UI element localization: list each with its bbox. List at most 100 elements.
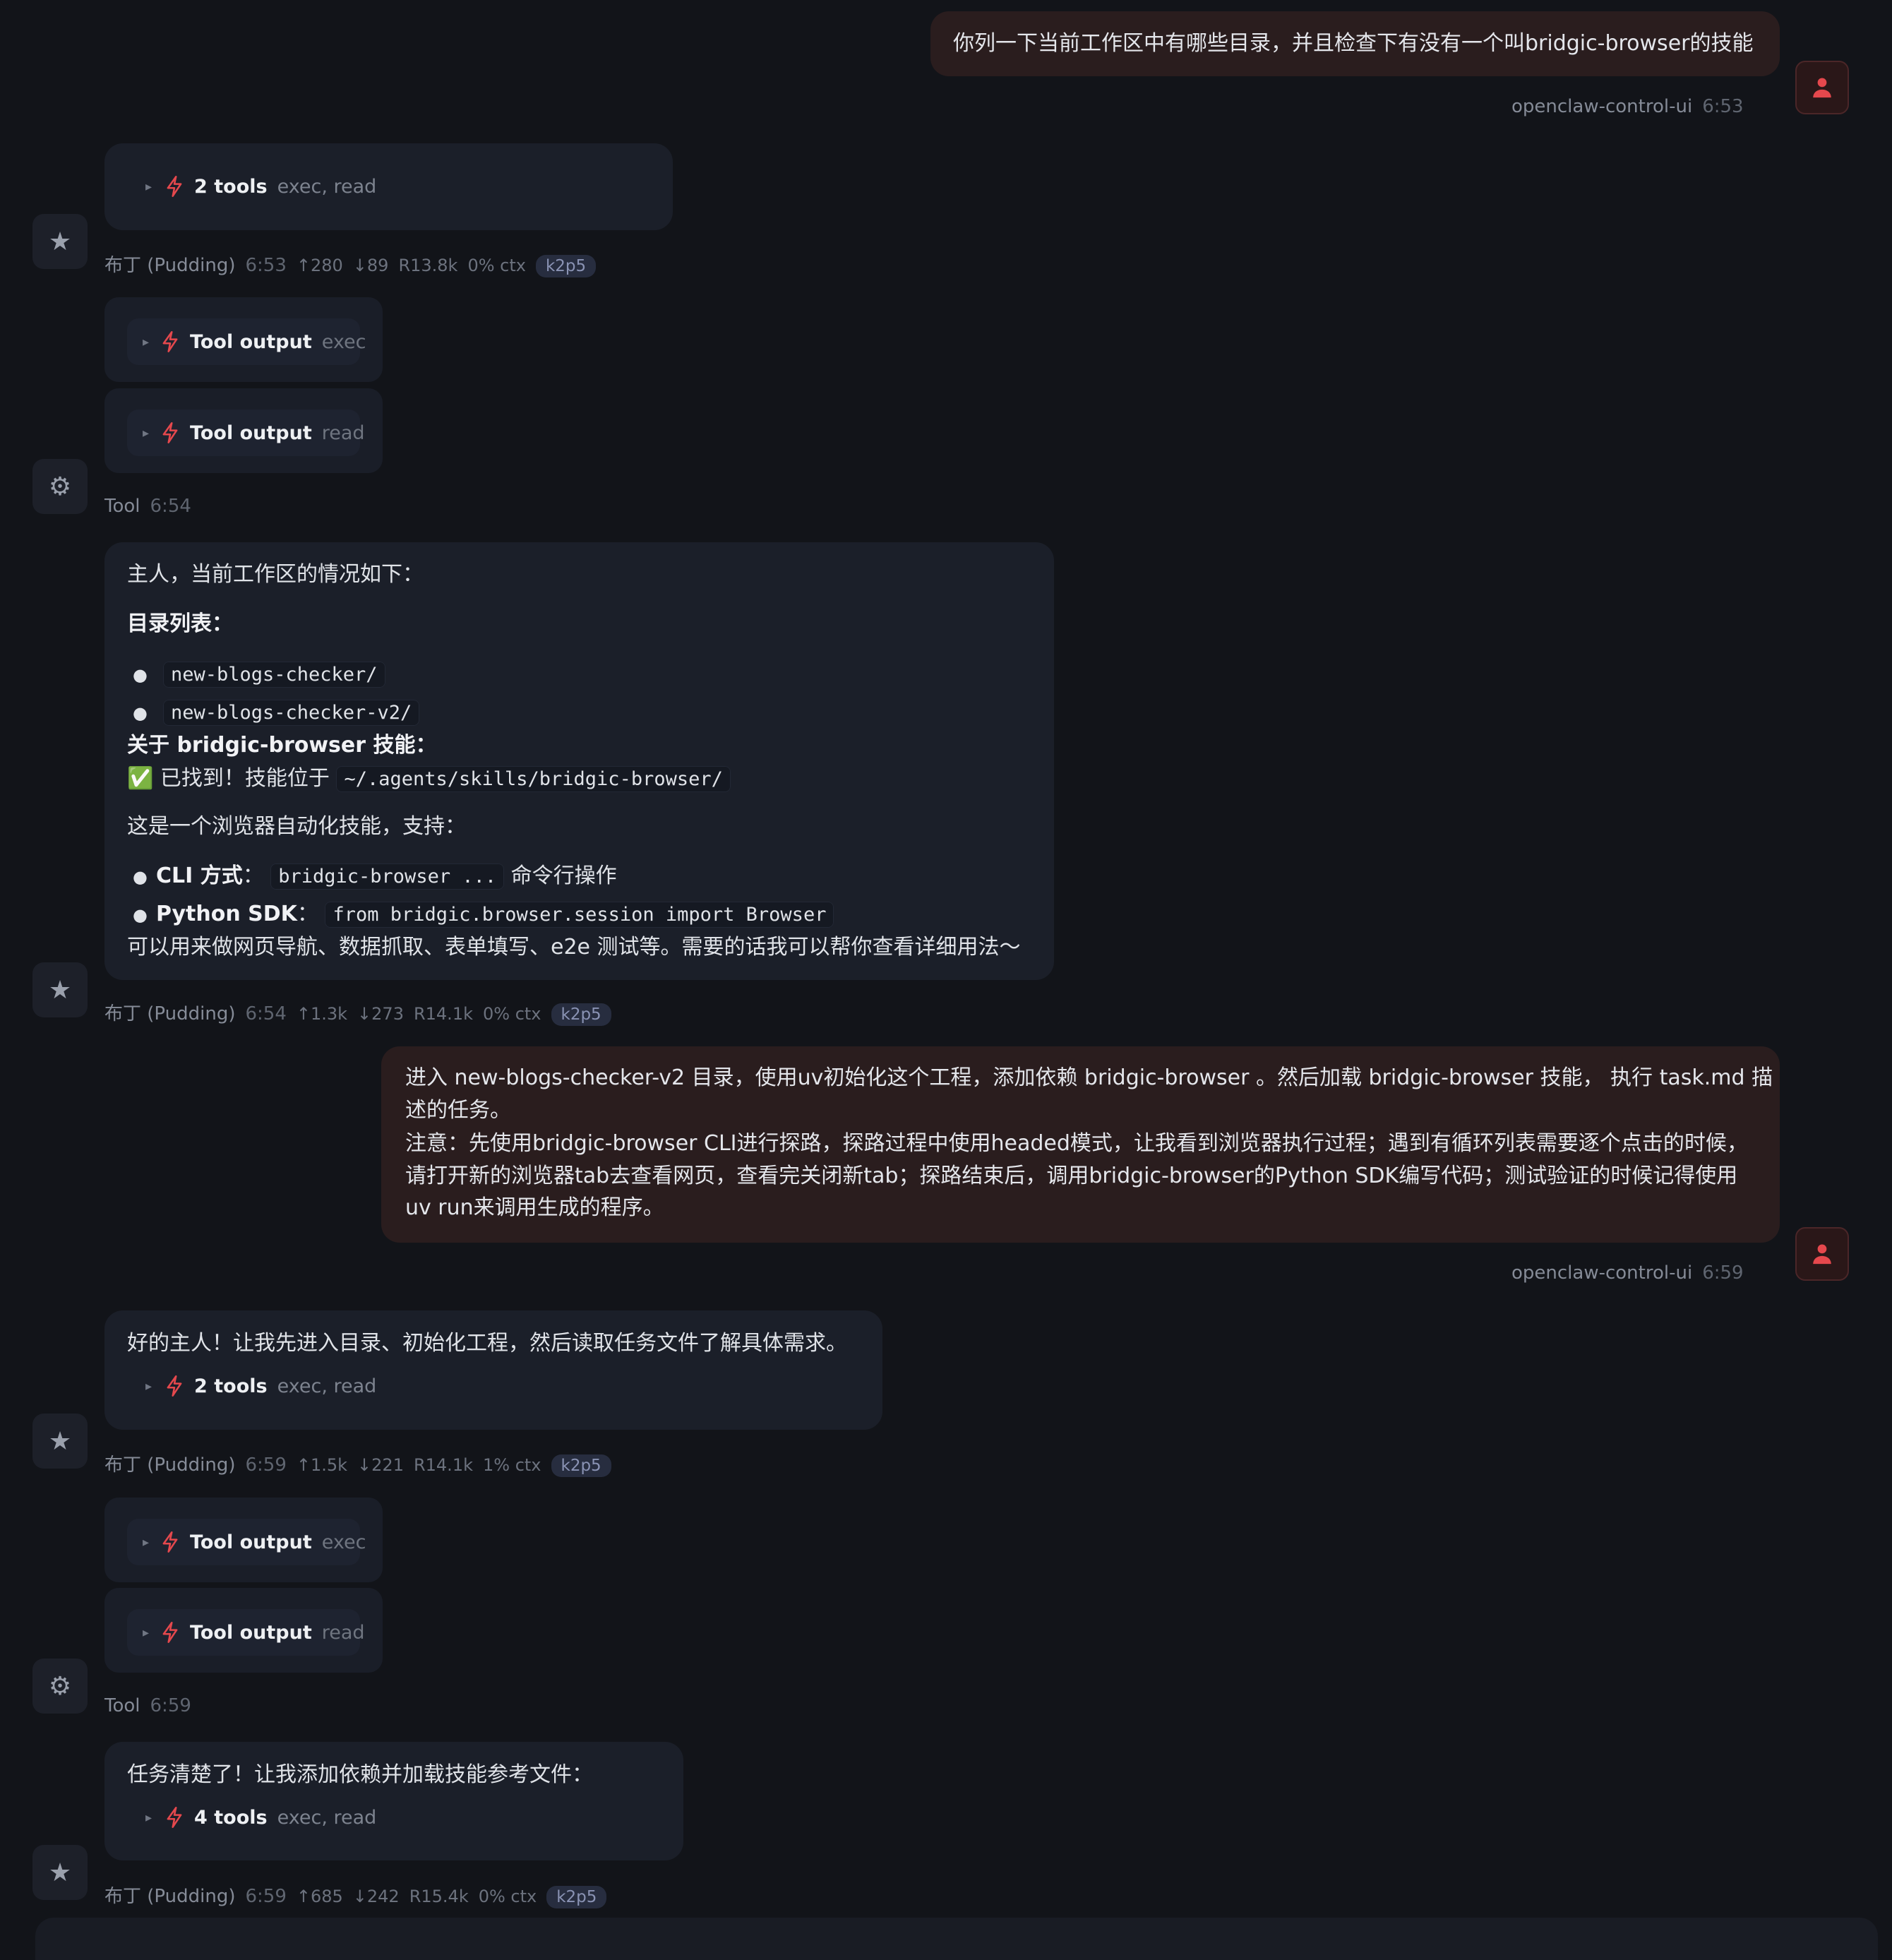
lightning-icon xyxy=(164,175,184,198)
assistant-avatar: ★ xyxy=(32,1845,88,1900)
sender-name: Tool xyxy=(104,496,140,517)
model-badge: k2p5 xyxy=(535,255,597,277)
sender-name: 布丁 (Pudding) xyxy=(104,1454,236,1476)
sender-name: 布丁 (Pudding) xyxy=(104,1003,236,1024)
answer-closing: 可以用来做网页导航、数据抓取、表单填写、e2e 测试等。需要的话我可以帮你查看详… xyxy=(127,935,1021,960)
message-meta: 布丁 (Pudding) 6:59 ↑1.5k ↓221 R14.1k 1% ctx k2p… xyxy=(104,1450,611,1477)
tokens-in: ↑1.3k xyxy=(296,1004,348,1024)
user-icon xyxy=(1810,1242,1834,1266)
user-message-bubble: 你列一下当前工作区中有哪些目录，并且检查下有没有一个叫bridgic-brows… xyxy=(930,11,1780,76)
assistant-avatar: ★ xyxy=(32,1414,88,1469)
tool-output-card: ▸ Tool output exec xyxy=(104,1498,383,1582)
gear-icon: ⚙ xyxy=(48,472,72,501)
tokens-in: ↑1.5k xyxy=(296,1455,348,1475)
message-meta: 布丁 (Pudding) 6:59 ↑685 ↓242 R15.4k 0% ctx k2p5 xyxy=(104,1882,607,1908)
tool-output-toggle[interactable]: ▸ Tool output exec xyxy=(127,318,366,365)
list-item: ● new-blogs-checker-v2/ xyxy=(127,696,420,729)
tool-output-name: exec xyxy=(321,330,366,353)
star-icon: ★ xyxy=(48,227,72,256)
cli-code: bridgic-browser ... xyxy=(270,864,505,890)
message-meta: 布丁 (Pudding) 6:53 ↑280 ↓89 R13.8k 0% ctx k2p5 xyxy=(104,251,597,277)
cli-label: CLI 方式 xyxy=(155,864,243,888)
directory-name: new-blogs-checker-v2/ xyxy=(162,700,420,726)
tokens-in: ↑685 xyxy=(296,1887,343,1906)
tool-output-label: Tool output xyxy=(190,1621,312,1644)
lightning-icon xyxy=(160,1531,180,1553)
tools-count: 2 tools xyxy=(194,1375,268,1397)
list-item: ● Python SDK： from bridgic.browser.sessio… xyxy=(127,898,834,931)
message-line: uv run来调用生成的程序。 xyxy=(405,1195,664,1220)
message-meta: Tool 6:54 xyxy=(104,496,191,517)
tool-output-card: ▸ Tool output read xyxy=(104,388,383,473)
context-usage: 0% ctx xyxy=(482,1004,541,1024)
chevron-right-icon: ▸ xyxy=(143,334,150,349)
user-icon xyxy=(1810,76,1834,100)
timestamp: 6:59 xyxy=(150,1695,191,1716)
lightning-icon xyxy=(164,1806,184,1829)
gear-icon: ⚙ xyxy=(48,1671,72,1701)
tools-count: 4 tools xyxy=(194,1806,268,1829)
chevron-right-icon: ▸ xyxy=(145,179,152,194)
chevron-right-icon: ▸ xyxy=(143,425,150,441)
sender-name: openclaw-control-ui xyxy=(1511,1262,1693,1284)
user-avatar[interactable] xyxy=(1795,1227,1849,1281)
model-badge: k2p5 xyxy=(546,1886,607,1908)
model-badge: k2p5 xyxy=(551,1003,611,1026)
directory-heading: 目录列表： xyxy=(127,611,233,636)
assistant-message-bubble: 任务清楚了！让我添加依赖并加载技能参考文件： xyxy=(104,1742,683,1860)
tokens-out: ↓221 xyxy=(357,1455,404,1475)
tool-avatar: ⚙ xyxy=(32,459,88,514)
message-meta: openclaw-control-ui 6:59 xyxy=(1511,1262,1744,1284)
sender-name: Tool xyxy=(104,1695,140,1716)
timestamp: 6:59 xyxy=(1702,1262,1744,1284)
tokens-out: ↓242 xyxy=(352,1887,400,1906)
message-text: 任务清楚了！让我添加依赖并加载技能参考文件： xyxy=(127,1762,593,1787)
tools-summary[interactable]: ▸ 2 tools exec, read xyxy=(145,1375,376,1397)
tools-summary[interactable]: ▸ 4 tools exec, read xyxy=(145,1806,376,1829)
chevron-right-icon: ▸ xyxy=(143,1534,150,1550)
list-item: ● CLI 方式： bridgic-browser ... 命令行操作 xyxy=(133,864,617,890)
chevron-right-icon: ▸ xyxy=(145,1810,152,1825)
star-icon: ★ xyxy=(48,1858,72,1887)
message-text: 你列一下当前工作区中有哪些目录，并且检查下有没有一个叫bridgic-brows… xyxy=(953,31,1754,56)
cache-read: R13.8k xyxy=(398,256,458,275)
skill-path: ~/.agents/skills/bridgic-browser/ xyxy=(336,766,731,792)
tools-names: exec, read xyxy=(277,1375,377,1397)
lightning-icon xyxy=(160,422,180,444)
timestamp: 6:53 xyxy=(245,255,287,276)
sender-name: openclaw-control-ui xyxy=(1511,96,1693,117)
tool-output-toggle[interactable]: ▸ Tool output exec xyxy=(127,1519,366,1565)
cache-read: R15.4k xyxy=(409,1887,469,1906)
support-line: 这是一个浏览器自动化技能，支持： xyxy=(127,814,466,839)
skill-heading: 关于 bridgic-browser 技能： xyxy=(127,733,437,758)
list-item: ● new-blogs-checker/ xyxy=(127,658,385,691)
context-usage: 0% ctx xyxy=(478,1887,537,1906)
tokens-in: ↑280 xyxy=(296,256,343,275)
tool-output-label: Tool output xyxy=(190,330,312,353)
separator: ： xyxy=(297,902,318,926)
tool-output-toggle[interactable]: ▸ Tool output read xyxy=(127,410,365,456)
context-usage: 1% ctx xyxy=(482,1455,541,1475)
tools-names: exec, read xyxy=(277,1806,377,1829)
timestamp: 6:54 xyxy=(150,496,191,517)
tokens-out: ↓273 xyxy=(357,1004,404,1024)
timestamp: 6:59 xyxy=(245,1886,287,1907)
cache-read: R14.1k xyxy=(413,1004,473,1024)
message-line: 进入 new-blogs-checker-v2 目录，使用uv初始化这个工程，添… xyxy=(405,1065,1773,1090)
tool-output-toggle[interactable]: ▸ Tool output read xyxy=(127,1609,365,1656)
message-meta: 布丁 (Pudding) 6:54 ↑1.3k ↓273 R14.1k 0% ctx k2p… xyxy=(104,999,611,1026)
tool-avatar: ⚙ xyxy=(32,1659,88,1714)
context-usage: 0% ctx xyxy=(467,256,526,275)
found-text: ✅ 已找到！技能位于 xyxy=(127,766,330,791)
assistant-message-bubble: 好的主人！让我先进入目录、初始化工程，然后读取任务文件了解具体需求。 xyxy=(104,1310,882,1430)
chat-composer[interactable] xyxy=(35,1918,1878,1960)
user-message-bubble: 进入 new-blogs-checker-v2 目录，使用uv初始化这个工程，添… xyxy=(381,1046,1780,1243)
star-icon: ★ xyxy=(48,1426,72,1456)
skill-found-line: ✅ 已找到！技能位于 ~/.agents/skills/bridgic-brow… xyxy=(127,763,731,796)
tool-output-card: ▸ Tool output exec xyxy=(104,297,383,382)
tools-summary[interactable]: ▸ 2 tools exec, read xyxy=(145,175,376,198)
star-icon: ★ xyxy=(48,975,72,1005)
user-avatar[interactable] xyxy=(1795,61,1849,114)
cache-read: R14.1k xyxy=(413,1455,473,1475)
lightning-icon xyxy=(160,330,180,353)
